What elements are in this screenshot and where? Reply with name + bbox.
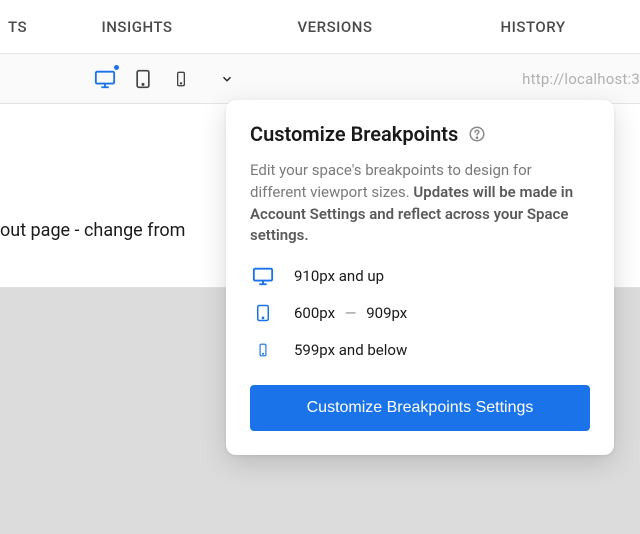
nav-tab-history[interactable]: HISTORY	[434, 18, 632, 36]
popover-header: Customize Breakpoints	[250, 122, 590, 146]
chevron-down-icon	[220, 72, 234, 86]
breakpoints-popover: Customize Breakpoints Edit your space's …	[226, 100, 614, 455]
url-text: http://localhost:3	[522, 70, 640, 88]
breakpoint-label: 599px and below	[294, 341, 407, 359]
breakpoint-range: 600px — 909px	[294, 304, 407, 322]
breakpoint-max: 909px	[366, 304, 407, 322]
desktop-device-button[interactable]	[92, 66, 118, 92]
help-icon[interactable]	[468, 125, 486, 143]
desktop-icon	[94, 68, 116, 90]
tablet-icon	[250, 302, 276, 324]
desktop-icon	[250, 265, 276, 287]
active-indicator-dot	[114, 65, 119, 70]
breakpoint-min: 600px	[294, 304, 335, 322]
breakpoint-row-mobile: 599px and below	[250, 339, 590, 361]
nav-tab-insights[interactable]: INSIGHTS	[38, 18, 236, 36]
breakpoints-dropdown-toggle[interactable]	[218, 70, 236, 88]
breakpoint-row-desktop: 910px and up	[250, 265, 590, 287]
breakpoint-list: 910px and up 600px — 909px 599px and bel…	[250, 265, 590, 361]
popover-title: Customize Breakpoints	[250, 122, 458, 146]
mobile-device-button[interactable]	[168, 66, 194, 92]
tablet-icon	[133, 68, 153, 90]
device-group	[92, 66, 236, 92]
page-title-fragment: out page - change from	[0, 220, 185, 241]
breakpoint-label: 910px and up	[294, 267, 384, 285]
mobile-icon	[173, 68, 189, 90]
device-toolbar: http://localhost:3	[0, 54, 640, 104]
nav-tab-partial[interactable]: TS	[8, 18, 38, 36]
top-nav: TS INSIGHTS VERSIONS HISTORY	[0, 0, 640, 54]
nav-tab-versions[interactable]: VERSIONS	[236, 18, 434, 36]
tablet-device-button[interactable]	[130, 66, 156, 92]
popover-description: Edit your space's breakpoints to design …	[250, 160, 590, 247]
mobile-icon	[250, 339, 276, 361]
customize-breakpoints-button[interactable]: Customize Breakpoints Settings	[250, 385, 590, 431]
range-dash: —	[341, 304, 360, 322]
breakpoint-row-tablet: 600px — 909px	[250, 302, 590, 324]
